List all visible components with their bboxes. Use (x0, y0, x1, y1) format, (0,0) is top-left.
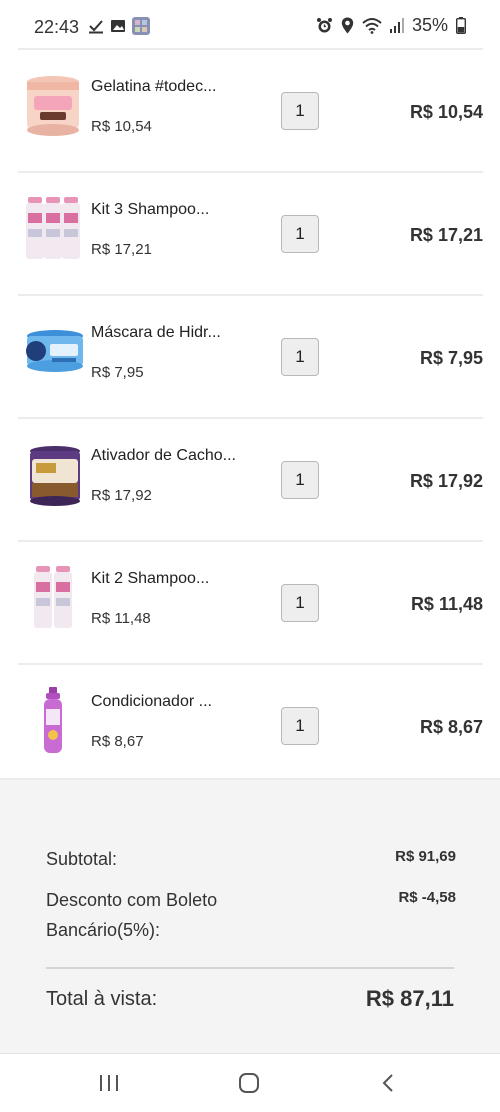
subtotal-value: R$ 91,69 (395, 848, 456, 865)
product-unit-price: R$ 8,67 (91, 733, 144, 750)
product-thumbnail (22, 70, 84, 140)
cart-item-list: Gelatina #todec... R$ 10,54 1 R$ 10,54 K… (18, 48, 483, 786)
quantity-field[interactable]: 1 (281, 338, 319, 376)
location-icon (341, 17, 354, 34)
system-nav-bar (0, 1053, 500, 1112)
product-total-price: R$ 11,48 (410, 594, 483, 614)
product-unit-price: R$ 10,54 (91, 118, 152, 135)
product-total-price: R$ 8,67 (419, 717, 483, 737)
app-icon (132, 17, 150, 40)
quantity-field[interactable]: 1 (281, 215, 319, 253)
cart-item[interactable]: Ativador de Cacho... R$ 17,92 1 R$ 17,92 (18, 417, 483, 540)
product-total-price: R$ 10,54 (409, 102, 483, 122)
battery-icon (456, 17, 466, 34)
product-thumbnail (22, 685, 84, 755)
product-unit-price: R$ 17,21 (91, 241, 152, 258)
product-name[interactable]: Ativador de Cacho... (91, 447, 236, 465)
product-unit-price: R$ 7,95 (91, 364, 144, 381)
home-icon[interactable] (237, 1071, 261, 1095)
order-summary: Subtotal: R$ 91,69 Desconto com Boleto B… (0, 778, 500, 1055)
wifi-icon (362, 17, 382, 34)
alarm-icon (316, 17, 333, 34)
cart-item[interactable]: Máscara de Hidr... R$ 7,95 1 R$ 7,95 (18, 294, 483, 417)
product-name[interactable]: Condicionador ... (91, 693, 212, 711)
check-download-icon (88, 18, 104, 39)
discount-value: R$ -4,58 (398, 889, 456, 906)
back-icon[interactable] (377, 1071, 401, 1095)
product-thumbnail (22, 316, 84, 386)
quantity-field[interactable]: 1 (281, 92, 319, 130)
product-thumbnail (22, 562, 84, 632)
product-thumbnail (22, 193, 84, 263)
signal-icon (389, 18, 404, 33)
cart-item[interactable]: Condicionador ... R$ 8,67 1 R$ 8,67 (18, 663, 483, 786)
product-name[interactable]: Máscara de Hidr... (91, 324, 221, 342)
status-system-icons: 35% (316, 15, 466, 36)
product-total-price: R$ 17,21 (409, 225, 483, 245)
cart-item[interactable]: Kit 2 Shampoo... R$ 11,48 1 R$ 11,48 (18, 540, 483, 663)
subtotal-label: Subtotal: (46, 849, 118, 869)
total-value: R$ 87,11 (365, 986, 454, 1011)
battery-percent: 35% (411, 15, 448, 35)
product-thumbnail (22, 439, 84, 509)
image-icon (110, 18, 126, 39)
discount-label-line2: Bancário(5%): (46, 920, 161, 940)
product-unit-price: R$ 17,92 (91, 487, 152, 504)
quantity-field[interactable]: 1 (281, 707, 319, 745)
product-name[interactable]: Gelatina #todec... (91, 78, 216, 96)
total-label: Total à vista: (46, 988, 158, 1010)
product-total-price: R$ 7,95 (419, 348, 483, 368)
recents-icon[interactable] (97, 1071, 121, 1095)
discount-label-line1: Desconto com Boleto (46, 890, 218, 910)
product-name[interactable]: Kit 3 Shampoo... (91, 201, 209, 219)
status-bar: 22:43 35% (0, 0, 500, 52)
quantity-field[interactable]: 1 (281, 461, 319, 499)
cart-item[interactable]: Gelatina #todec... R$ 10,54 1 R$ 10,54 (18, 48, 483, 171)
product-unit-price: R$ 11,48 (91, 610, 151, 627)
product-name[interactable]: Kit 2 Shampoo... (91, 570, 209, 588)
summary-divider (46, 967, 454, 969)
product-total-price: R$ 17,92 (409, 471, 483, 491)
status-time: 22:43 (34, 17, 80, 37)
quantity-field[interactable]: 1 (281, 584, 319, 622)
cart-item[interactable]: Kit 3 Shampoo... R$ 17,21 1 R$ 17,21 (18, 171, 483, 294)
status-notification-icons (88, 17, 150, 40)
